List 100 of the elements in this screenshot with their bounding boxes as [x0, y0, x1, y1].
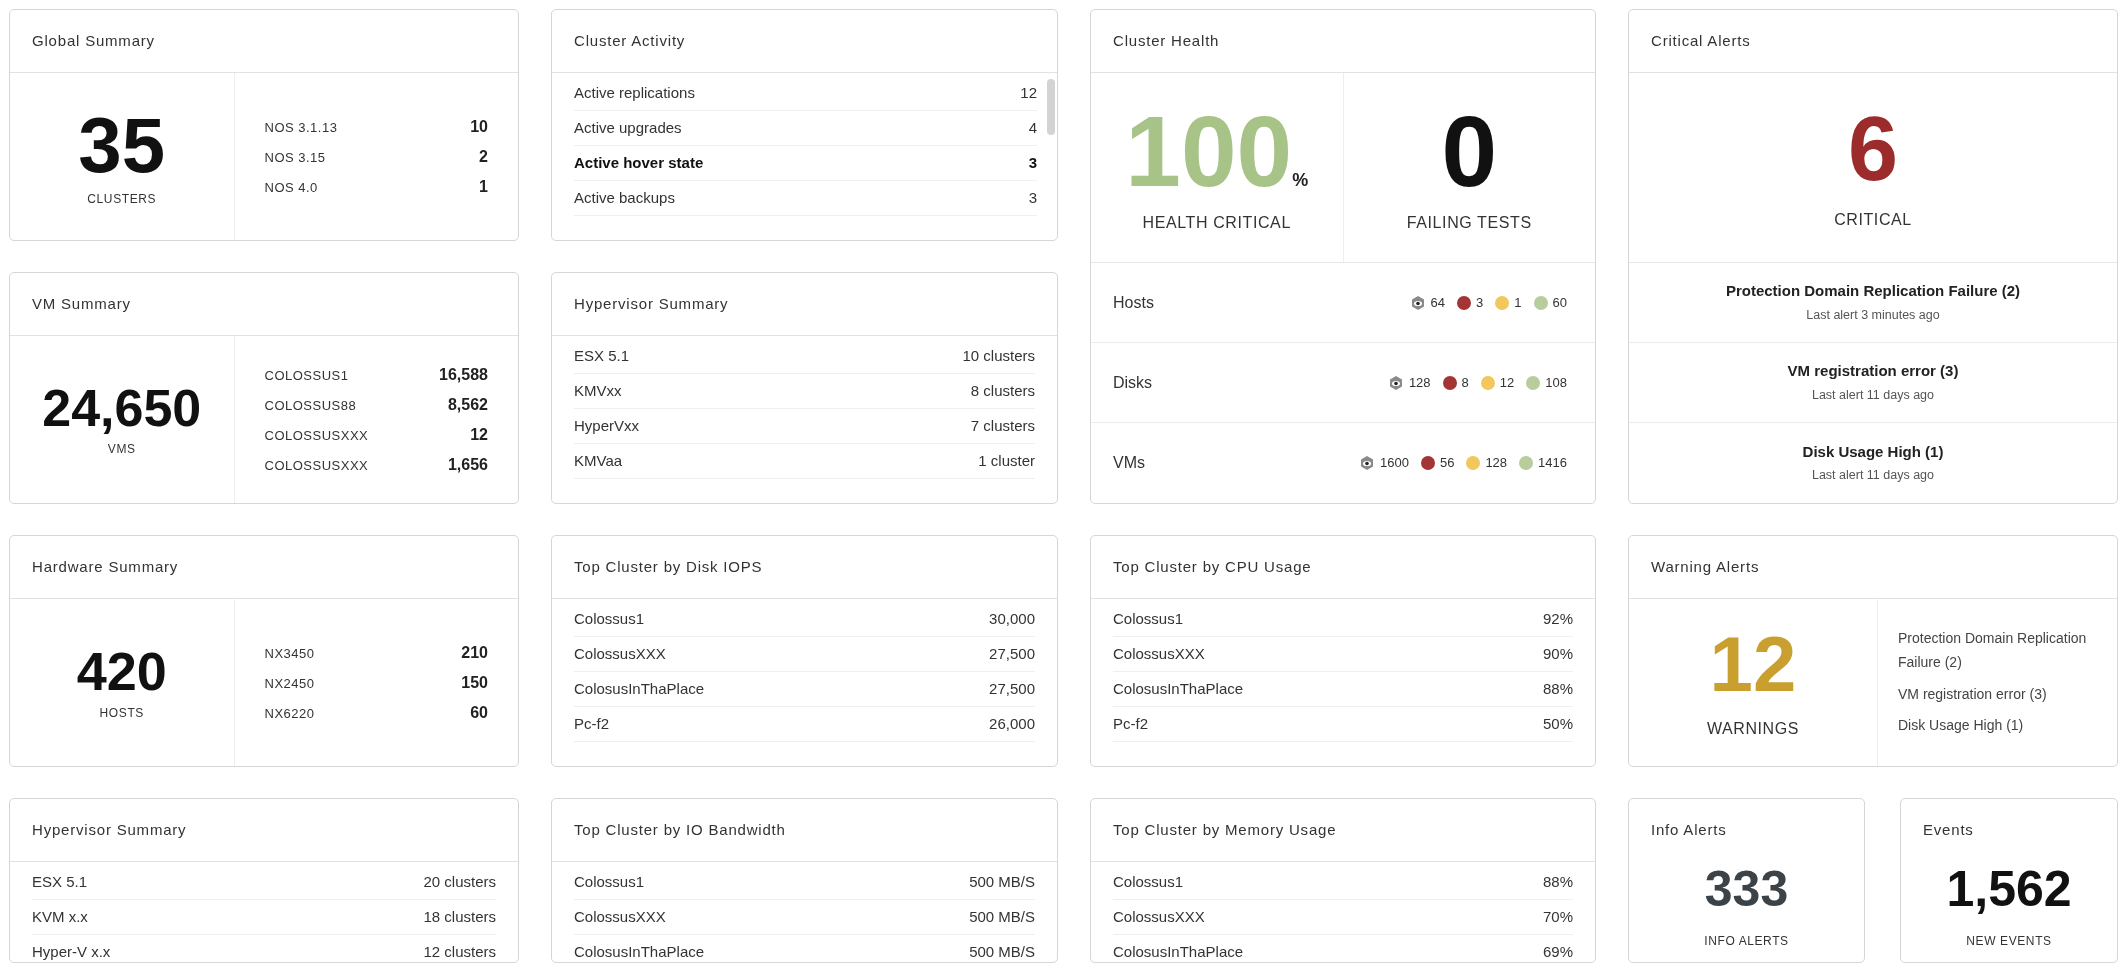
node-icon	[1409, 294, 1426, 311]
event-count: 333	[1704, 864, 1789, 914]
row-label: HyperVxx	[574, 415, 640, 436]
row-label: KVM x.x	[32, 906, 88, 927]
unit-label: %	[1292, 168, 1309, 192]
card-title: Cluster Health	[1113, 30, 1220, 51]
version-count: 10	[470, 116, 488, 137]
card-title: Critical Alerts	[1651, 30, 1751, 51]
card-title: Top Cluster by IO Bandwidth	[574, 819, 786, 840]
card-title: Events	[1923, 820, 1974, 841]
alert-time: Last alert 11 days ago	[1811, 386, 1935, 404]
version-count: 60	[470, 702, 488, 723]
count-label: WARNINGS	[1706, 718, 1800, 739]
row-value: 70%	[1542, 906, 1573, 927]
card-title: Hypervisor Summary	[32, 819, 187, 840]
status-count: 108	[1545, 373, 1567, 392]
count-label: VMS	[107, 440, 136, 458]
activity-row[interactable]: Active hover state 3	[574, 146, 1037, 181]
row-label: Colossus1	[574, 871, 645, 892]
node-icon	[1359, 455, 1375, 471]
status-count: 128	[1408, 373, 1431, 392]
row-value: 4	[1028, 117, 1037, 138]
metric-label: HEALTH CRITICAL	[1142, 212, 1291, 233]
row-value: 3	[1028, 152, 1037, 173]
event-count: 1,562	[1946, 864, 2072, 914]
status-count: 1416	[1538, 454, 1567, 473]
count-label: HOSTS	[99, 704, 144, 722]
row-value: 10 clusters	[962, 345, 1035, 366]
row-label: VMs	[1113, 453, 1145, 473]
row-value: 50%	[1542, 713, 1573, 734]
card-title: Top Cluster by Disk IOPS	[574, 556, 763, 577]
alert-name: VM registration error (3)	[1787, 361, 1959, 382]
alert-count: 6	[1847, 103, 1899, 194]
health-value: 0	[1441, 100, 1498, 201]
version-label: COLOSSUS88	[264, 396, 357, 415]
scrollbar-thumb[interactable]	[1047, 79, 1055, 135]
alert-link[interactable]: Protection Domain Replication Failure (2)	[1898, 626, 2107, 675]
row-value: 12 clusters	[423, 941, 496, 962]
alert-item[interactable]: Protection Domain Replication Failure (2) Last alert 3 minutes ago	[1629, 263, 2117, 343]
version-label: NX3450	[264, 644, 315, 663]
activity-row[interactable]: Active replications 12	[574, 76, 1037, 111]
version-count: 1,656	[447, 454, 488, 475]
row-value: 92%	[1542, 608, 1573, 629]
status-count: 1	[1514, 293, 1522, 312]
row-value: 500 MB/S	[969, 941, 1035, 962]
row-value: 88%	[1542, 871, 1573, 892]
activity-row[interactable]: Active upgrades 4	[574, 111, 1037, 146]
total-count: 35	[78, 105, 166, 184]
count-label: INFO ALERTS	[1704, 933, 1789, 950]
metric-label: FAILING TESTS	[1406, 212, 1532, 233]
status-count: 64	[1430, 293, 1446, 312]
row-value: 18 clusters	[423, 906, 496, 927]
alert-time: Last alert 11 days ago	[1811, 467, 1935, 485]
row-value: 69%	[1542, 941, 1573, 962]
status-count: 8	[1461, 373, 1469, 392]
row-label: ColossusXXX	[1113, 643, 1205, 664]
row-label: Active backups	[574, 187, 675, 208]
card-title: Hardware Summary	[32, 556, 179, 577]
row-value: 12	[1020, 82, 1037, 103]
row-value: 26,000	[989, 713, 1035, 734]
alert-link[interactable]: VM registration error (3)	[1898, 682, 2107, 707]
alert-item[interactable]: VM registration error (3) Last alert 11 days ago	[1629, 343, 2117, 423]
row-label: Active hover state	[574, 152, 704, 173]
card-title: VM Summary	[32, 293, 131, 314]
version-label: NX6220	[264, 704, 315, 723]
card-title: Hypervisor Summary	[574, 293, 729, 314]
version-label: NOS 3.15	[264, 148, 326, 167]
row-value: 20 clusters	[423, 871, 496, 892]
version-count: 2	[479, 146, 488, 167]
version-label: COLOSSUS1	[264, 366, 349, 385]
health-value: 100	[1125, 100, 1293, 201]
row-label: ColossusXXX	[1113, 906, 1205, 927]
status-count: 60	[1552, 293, 1567, 312]
row-value: 8 clusters	[970, 380, 1035, 401]
row-label: Colossus1	[574, 608, 645, 629]
alert-link[interactable]: Disk Usage High (1)	[1898, 714, 2107, 739]
version-label: NX2450	[264, 674, 315, 693]
alert-count: 12	[1709, 624, 1797, 703]
row-label: ESX 5.1	[32, 871, 88, 892]
activity-row[interactable]: Active backups 3	[574, 181, 1037, 216]
row-value: 30,000	[989, 608, 1035, 629]
row-value: 500 MB/S	[969, 906, 1035, 927]
status-count: 128	[1485, 454, 1508, 473]
row-label: Hosts	[1113, 292, 1154, 313]
card-title: Top Cluster by CPU Usage	[1113, 556, 1312, 577]
status-count: 3	[1476, 293, 1484, 312]
version-label: COLOSSUSXXX	[264, 456, 369, 475]
version-label: NOS 4.0	[264, 178, 318, 197]
total-count: 420	[76, 643, 167, 698]
version-count: 12	[470, 424, 488, 445]
version-label: NOS 3.1.13	[264, 118, 338, 137]
version-count: 16,588	[439, 364, 488, 385]
status-count: 1600	[1380, 454, 1409, 473]
node-icon	[1387, 374, 1404, 391]
row-label: ColossusXXX	[574, 906, 666, 927]
card-title: Top Cluster by Memory Usage	[1113, 819, 1337, 840]
card-title: Info Alerts	[1651, 820, 1727, 841]
count-label: CLUSTERS	[87, 190, 157, 208]
alert-item[interactable]: Disk Usage High (1) Last alert 11 days ago	[1629, 423, 2117, 503]
alert-time: Last alert 3 minutes ago	[1806, 306, 1940, 324]
